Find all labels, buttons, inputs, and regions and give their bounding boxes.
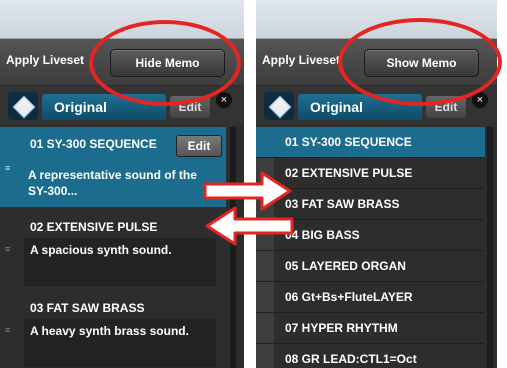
- switch-arrows-icon: [203, 171, 294, 246]
